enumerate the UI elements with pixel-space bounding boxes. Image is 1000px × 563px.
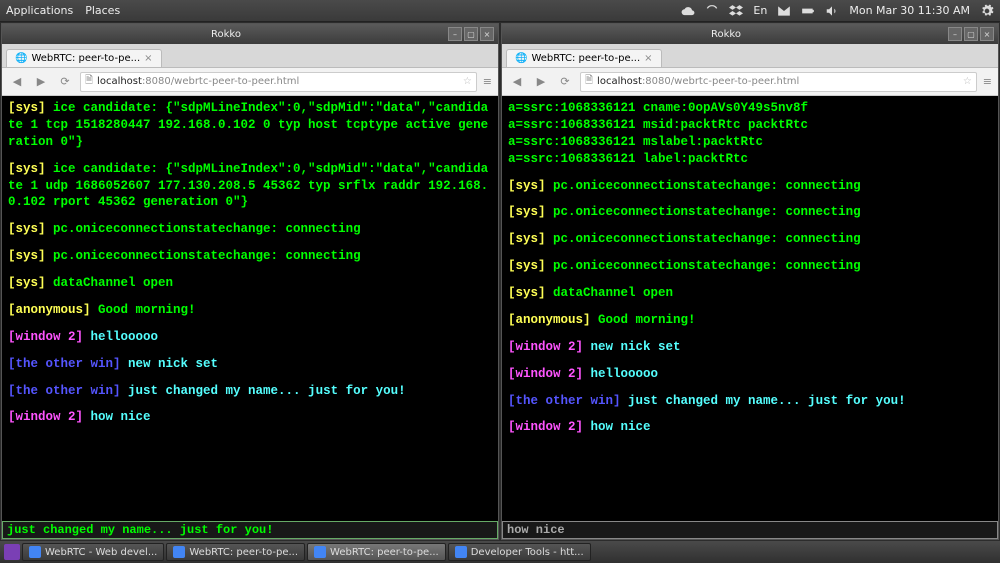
- tab-favicon: 🌐: [515, 53, 527, 64]
- left-chat-input[interactable]: just changed my name... just for you!: [2, 521, 498, 539]
- page-icon: 🗎: [85, 73, 93, 90]
- settings-gear-icon[interactable]: [980, 4, 994, 18]
- left-tabstrip: 🌐 WebRTC: peer-to-pe... ×: [2, 44, 498, 68]
- menu-applications[interactable]: Applications: [6, 4, 73, 17]
- log-line: [sys] dataChannel open: [508, 285, 992, 302]
- right-titlebar[interactable]: Rokko – ▢ ×: [502, 24, 998, 44]
- tab-close-icon[interactable]: ×: [144, 53, 152, 64]
- right-terminal-content: a=ssrc:1068336121 cname:0opAVs0Y49s5nv8f…: [502, 96, 998, 521]
- chrome-icon: [173, 546, 185, 558]
- back-button[interactable]: ◀: [8, 73, 26, 91]
- taskbar-item-label: Developer Tools - htt...: [471, 547, 584, 558]
- log-line: [window 2] how nice: [508, 419, 992, 436]
- browser-tab[interactable]: 🌐 WebRTC: peer-to-pe... ×: [506, 49, 662, 67]
- language-indicator[interactable]: En: [753, 4, 767, 17]
- log-line: [sys] ice candidate: {"sdpMLineIndex":0,…: [8, 100, 492, 151]
- back-button[interactable]: ◀: [508, 73, 526, 91]
- mail-icon[interactable]: [777, 4, 791, 18]
- right-browser-window: Rokko – ▢ × 🌐 WebRTC: peer-to-pe... × ◀ …: [501, 23, 999, 540]
- menu-places[interactable]: Places: [85, 4, 120, 17]
- cloud-icon: [681, 4, 695, 18]
- left-terminal-content: [sys] ice candidate: {"sdpMLineIndex":0,…: [2, 96, 498, 521]
- log-line: a=ssrc:1068336121 cname:0opAVs0Y49s5nv8f: [508, 100, 992, 117]
- log-line: [the other win] just changed my name... …: [508, 393, 992, 410]
- minimize-button[interactable]: –: [448, 27, 462, 41]
- sync-icon: [705, 4, 719, 18]
- chrome-menu-icon[interactable]: ≡: [483, 75, 492, 88]
- maximize-button[interactable]: ▢: [464, 27, 478, 41]
- taskbar-item[interactable]: WebRTC - Web devel...: [22, 543, 164, 561]
- log-line: [sys] pc.oniceconnectionstatechange: con…: [508, 178, 992, 195]
- close-button[interactable]: ×: [980, 27, 994, 41]
- log-line: [window 2] new nick set: [508, 339, 992, 356]
- taskbar-item-label: WebRTC - Web devel...: [45, 547, 157, 558]
- log-line: [window 2] hellooooo: [8, 329, 492, 346]
- log-line: a=ssrc:1068336121 label:packtRtc: [508, 151, 992, 168]
- url-port: :8080: [642, 76, 671, 87]
- reload-button[interactable]: ⟳: [556, 73, 574, 91]
- right-urlbar: ◀ ▶ ⟳ 🗎 localhost:8080/webrtc-peer-to-pe…: [502, 68, 998, 96]
- log-line: [anonymous] Good morning!: [508, 312, 992, 329]
- left-urlbar: ◀ ▶ ⟳ 🗎 localhost:8080/webrtc-peer-to-pe…: [2, 68, 498, 96]
- log-line: [sys] pc.oniceconnectionstatechange: con…: [8, 221, 492, 238]
- bookmark-star-icon[interactable]: ☆: [963, 76, 972, 87]
- titlebar-app-name: Rokko: [211, 29, 241, 40]
- tab-close-icon[interactable]: ×: [644, 53, 652, 64]
- browser-tab[interactable]: 🌐 WebRTC: peer-to-pe... ×: [6, 49, 162, 67]
- address-bar[interactable]: 🗎 localhost:8080/webrtc-peer-to-peer.htm…: [580, 72, 977, 92]
- tab-label: WebRTC: peer-to-pe...: [531, 53, 640, 64]
- taskbar-item[interactable]: WebRTC: peer-to-pe...: [166, 543, 305, 561]
- close-button[interactable]: ×: [480, 27, 494, 41]
- reload-button[interactable]: ⟳: [56, 73, 74, 91]
- log-line: [the other win] just changed my name... …: [8, 383, 492, 400]
- log-line: a=ssrc:1068336121 msid:packtRtc packtRtc: [508, 117, 992, 134]
- log-line: a=ssrc:1068336121 mslabel:packtRtc: [508, 134, 992, 151]
- url-host: localhost: [597, 76, 642, 87]
- clock: Mon Mar 30 11:30 AM: [849, 4, 970, 17]
- taskbar-item[interactable]: Developer Tools - htt...: [448, 543, 591, 561]
- chrome-icon: [29, 546, 41, 558]
- tab-label: WebRTC: peer-to-pe...: [31, 53, 140, 64]
- taskbar-item-label: WebRTC: peer-to-pe...: [330, 547, 439, 558]
- left-titlebar[interactable]: Rokko – ▢ ×: [2, 24, 498, 44]
- minimize-button[interactable]: –: [948, 27, 962, 41]
- right-tabstrip: 🌐 WebRTC: peer-to-pe... ×: [502, 44, 998, 68]
- log-line: [sys] pc.oniceconnectionstatechange: con…: [508, 258, 992, 275]
- os-top-bar: Applications Places En Mon Mar 30 11:30 …: [0, 0, 1000, 22]
- address-bar[interactable]: 🗎 localhost:8080/webrtc-peer-to-peer.htm…: [80, 72, 477, 92]
- volume-icon[interactable]: [825, 4, 839, 18]
- taskbar-item-label: WebRTC: peer-to-pe...: [189, 547, 298, 558]
- chrome-icon: [314, 546, 326, 558]
- chrome-menu-icon[interactable]: ≡: [983, 75, 992, 88]
- log-line: [anonymous] Good morning!: [8, 302, 492, 319]
- forward-button[interactable]: ▶: [532, 73, 550, 91]
- log-line: [window 2] hellooooo: [508, 366, 992, 383]
- page-icon: 🗎: [585, 73, 593, 90]
- dropbox-icon: [729, 4, 743, 18]
- taskbar-item[interactable]: WebRTC: peer-to-pe...: [307, 543, 446, 561]
- forward-button[interactable]: ▶: [32, 73, 50, 91]
- left-browser-window: Rokko – ▢ × 🌐 WebRTC: peer-to-pe... × ◀ …: [1, 23, 499, 540]
- battery-icon: [801, 4, 815, 18]
- workspace: Rokko – ▢ × 🌐 WebRTC: peer-to-pe... × ◀ …: [0, 22, 1000, 541]
- log-line: [the other win] new nick set: [8, 356, 492, 373]
- url-path: /webrtc-peer-to-peer.html: [171, 76, 300, 87]
- log-line: [sys] pc.oniceconnectionstatechange: con…: [508, 231, 992, 248]
- log-line: [sys] ice candidate: {"sdpMLineIndex":0,…: [8, 161, 492, 212]
- right-chat-input[interactable]: how nice: [502, 521, 998, 539]
- log-line: [sys] pc.oniceconnectionstatechange: con…: [508, 204, 992, 221]
- url-path: /webrtc-peer-to-peer.html: [671, 76, 800, 87]
- os-taskbar: WebRTC - Web devel... WebRTC: peer-to-pe.…: [0, 541, 1000, 563]
- show-desktop-icon[interactable]: [4, 544, 20, 560]
- chrome-icon: [455, 546, 467, 558]
- bookmark-star-icon[interactable]: ☆: [463, 76, 472, 87]
- tab-favicon: 🌐: [15, 53, 27, 64]
- log-line: [sys] pc.oniceconnectionstatechange: con…: [8, 248, 492, 265]
- url-port: :8080: [142, 76, 171, 87]
- url-host: localhost: [97, 76, 142, 87]
- maximize-button[interactable]: ▢: [964, 27, 978, 41]
- titlebar-app-name: Rokko: [711, 29, 741, 40]
- log-line: [sys] dataChannel open: [8, 275, 492, 292]
- log-line: [window 2] how nice: [8, 409, 492, 426]
